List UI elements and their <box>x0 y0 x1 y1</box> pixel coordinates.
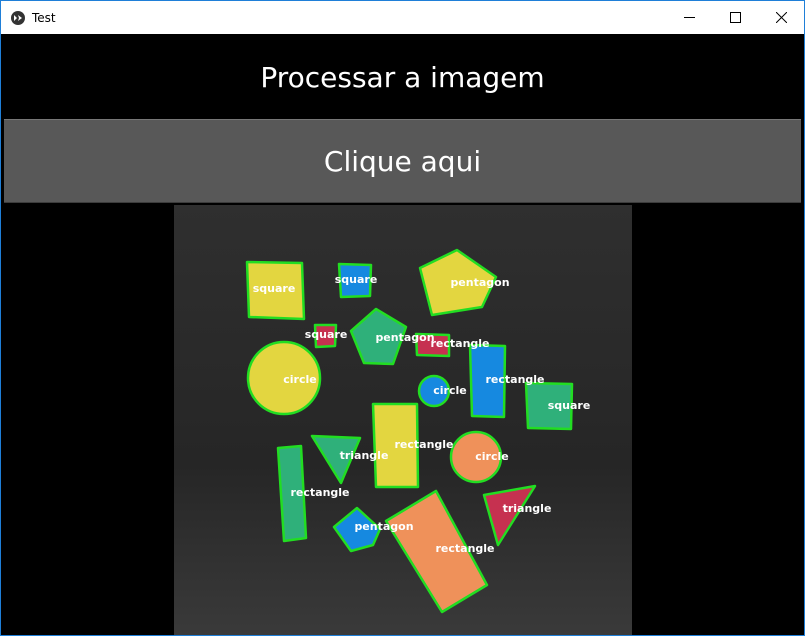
heading-label: Processar a imagem <box>260 60 545 94</box>
shape-label: square <box>548 399 591 412</box>
shape-label: square <box>305 328 348 341</box>
shape-label: circle <box>283 373 316 386</box>
close-button[interactable] <box>758 1 804 34</box>
shape-label: triangle <box>503 502 552 515</box>
shape-label: square <box>335 273 378 286</box>
maximize-button[interactable] <box>712 1 758 34</box>
shape-label: rectangle <box>430 337 489 350</box>
shape-label: triangle <box>340 449 389 462</box>
minimize-icon <box>684 17 695 18</box>
shape-label: rectangle <box>485 373 544 386</box>
app-window: Test Processar a imagem Clique aqui squa… <box>0 0 805 636</box>
shape-label: rectangle <box>394 438 453 451</box>
shape-label: pentagon <box>450 276 509 289</box>
title-bar[interactable]: Test <box>1 1 804 34</box>
shape-label: pentagon <box>375 331 434 344</box>
shape-detection-image: squaresquare pentagonsquare pentagonrectan… <box>174 205 632 635</box>
shape-label: pentagon <box>354 520 413 533</box>
minimize-button[interactable] <box>666 1 712 34</box>
shape-label: circle <box>475 450 508 463</box>
shape-label: rectangle <box>435 542 494 555</box>
shape-label: circle <box>433 384 466 397</box>
processed-image: square square pentagon square pentagon rectan… <box>174 205 632 635</box>
close-icon <box>776 12 787 23</box>
maximize-icon <box>730 12 741 23</box>
process-button[interactable]: Clique aqui <box>4 119 801 203</box>
kivy-logo-icon <box>11 11 25 25</box>
shape-label: square <box>253 282 296 295</box>
shape-label: rectangle <box>290 486 349 499</box>
window-title: Test <box>32 11 56 25</box>
